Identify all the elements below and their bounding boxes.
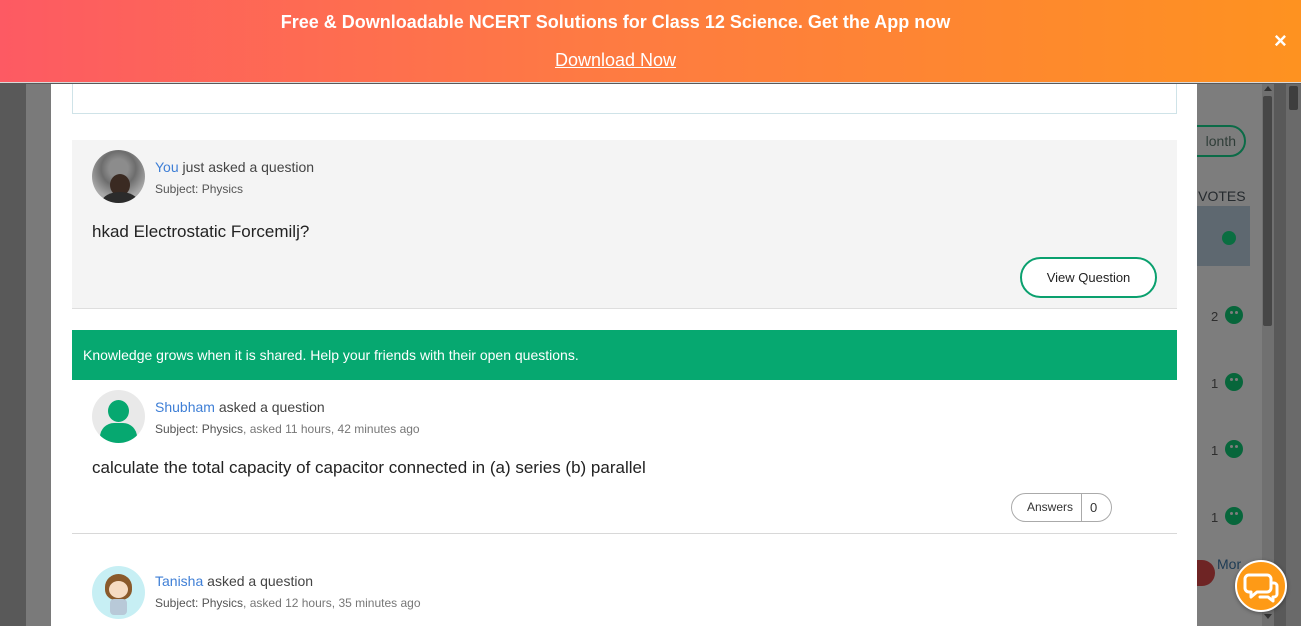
user-silhouette-icon (92, 390, 145, 443)
asker-name-link[interactable]: You (155, 159, 179, 175)
page-scrollbar[interactable] (1286, 84, 1301, 626)
asker-action: asked a question (207, 573, 314, 589)
download-now-link[interactable]: Download Now (555, 50, 676, 70)
background-highlight-box (1197, 206, 1250, 266)
background-vote-row: 1 (1197, 507, 1257, 527)
user-avatar (92, 566, 145, 619)
page-scrollbar-thumb[interactable] (1289, 86, 1298, 110)
divider (72, 533, 1177, 534)
asker-name-link[interactable]: Tanisha (155, 573, 203, 589)
user-avatar (92, 150, 145, 203)
smile-icon (1222, 231, 1236, 245)
question-subject: Subject: Physics, asked 11 hours, 42 min… (155, 422, 420, 436)
smile-icon (1225, 373, 1243, 391)
scroll-down-arrow-icon[interactable] (1264, 614, 1272, 619)
question-subject: Subject: Physics, asked 12 hours, 35 min… (155, 596, 421, 610)
share-knowledge-banner: Knowledge grows when it is shared. Help … (72, 330, 1177, 380)
background-vote-row: 2 (1197, 306, 1257, 326)
answers-count: 0 (1090, 500, 1098, 515)
background-vote-row: 1 (1197, 440, 1257, 460)
question-text: hkad Electrostatic Forcemilj? (92, 222, 310, 241)
smile-icon (1225, 306, 1243, 324)
asker-line: Tanisha asked a question (155, 573, 313, 589)
promo-text: Free & Downloadable NCERT Solutions for … (280, 12, 951, 32)
background-scrollbar-thumb[interactable] (1263, 96, 1272, 326)
promo-banner: Free & Downloadable NCERT Solutions for … (0, 0, 1301, 83)
answers-label: Answers (1012, 494, 1083, 521)
question-time: , asked 11 hours, 42 minutes ago (243, 422, 420, 436)
chat-bubbles-icon[interactable] (1235, 560, 1287, 612)
asker-line: Shubham asked a question (155, 399, 325, 415)
question-text[interactable]: calculate the total capacity of capacito… (92, 458, 646, 478)
background-votes-header: L VOTES (1197, 188, 1246, 204)
question-modal: You just asked a question Subject: Physi… (51, 84, 1197, 626)
asker-line: You just asked a question (155, 159, 314, 175)
close-icon[interactable]: × (1274, 30, 1287, 52)
question-subject: Subject: Physics (155, 182, 244, 196)
asker-name-link[interactable]: Shubham (155, 399, 215, 415)
background-vote-row: 1 (1197, 373, 1257, 393)
smile-icon (1225, 507, 1243, 525)
background-badge (1197, 560, 1215, 586)
own-question-card: You just asked a question Subject: Physi… (72, 140, 1177, 309)
asker-action: just asked a question (182, 159, 315, 175)
question-time: , asked 12 hours, 35 minutes ago (243, 596, 421, 610)
smile-icon (1225, 440, 1243, 458)
background-filter-pill: lonth (1197, 125, 1246, 157)
view-question-button[interactable]: View Question (1020, 257, 1157, 298)
asker-action: asked a question (218, 399, 325, 415)
scroll-up-arrow-icon[interactable] (1264, 86, 1272, 91)
question-input-box[interactable] (72, 84, 1177, 114)
answers-button[interactable]: Answers 0 (1011, 493, 1113, 522)
